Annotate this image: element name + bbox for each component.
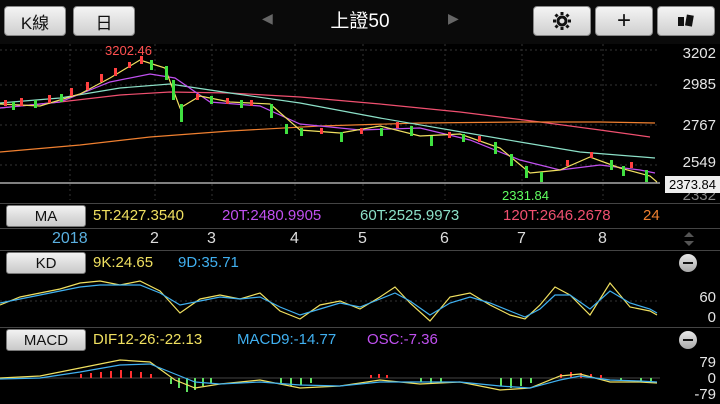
period-button[interactable]: 日 — [73, 6, 135, 36]
kd-axis-label: 0 — [707, 309, 716, 326]
current-price-badge: 2373.84 — [665, 176, 720, 193]
candlesticks — [4, 56, 648, 182]
high-price-label: 3202.46 — [105, 43, 152, 58]
rotate-button[interactable] — [657, 6, 715, 36]
kd-button[interactable]: KD — [6, 252, 86, 274]
macd-axis-label: 79 — [699, 354, 716, 371]
ma120-value: 120T:2646.2678 — [503, 207, 611, 224]
add-button[interactable]: + — [595, 6, 653, 36]
month-label: 7 — [517, 230, 526, 247]
macd-chart[interactable] — [0, 352, 660, 404]
month-label: 4 — [290, 230, 299, 247]
kd-chart[interactable] — [0, 275, 660, 327]
price-axis-label: 2767 — [682, 117, 716, 134]
kd-d-value: 9D:35.71 — [178, 254, 239, 271]
macd-axis-label: -79 — [694, 386, 716, 403]
price-axis-label: 2985 — [682, 76, 716, 93]
ma120-line — [0, 91, 651, 138]
rotate-icon — [678, 14, 694, 27]
gear-icon — [553, 12, 571, 30]
month-label: 5 — [358, 230, 367, 247]
price-axis-label: 3202 — [682, 45, 716, 62]
month-label: 8 — [598, 230, 607, 247]
ma20-value: 20T:2480.9905 — [222, 207, 322, 224]
ma-button[interactable]: MA — [6, 205, 86, 227]
ma5-line — [0, 59, 658, 183]
macd-dif-value: DIF12-26:-22.13 — [93, 331, 203, 348]
settings-button[interactable] — [533, 6, 591, 36]
month-label: 3 — [207, 230, 216, 247]
kd-axis-label: 60 — [699, 289, 716, 306]
next-arrow-icon[interactable]: ▶ — [448, 10, 459, 27]
kd-d-line — [0, 284, 658, 318]
ma60-line — [0, 83, 656, 159]
ma240-value: 24 — [643, 207, 660, 224]
kline-button[interactable]: K線 — [4, 6, 66, 36]
month-label: 2018 — [52, 230, 88, 247]
macd-axis-label: 0 — [707, 370, 716, 387]
price-chart[interactable] — [0, 44, 720, 204]
kd-k-line — [0, 280, 658, 322]
macd-osc-value: OSC:-7.36 — [367, 331, 438, 348]
month-label: 6 — [440, 230, 449, 247]
top-toolbar: K線 日 ◀ 上證50 ▶ + — [0, 0, 720, 44]
price-axis-label: 2549 — [682, 154, 716, 171]
ma60-value: 60T:2525.9973 — [360, 207, 460, 224]
ma5-value: 5T:2427.3540 — [93, 207, 184, 224]
ma20-line — [0, 73, 656, 174]
macd-macd9-value: MACD9:-14.77 — [237, 331, 337, 348]
page-title: 上證50 — [330, 11, 390, 32]
collapse-kd-icon[interactable] — [679, 254, 697, 272]
kd-k-value: 9K:24.65 — [93, 254, 154, 271]
month-label: 2 — [150, 230, 159, 247]
resize-handle-icon[interactable] — [683, 232, 695, 246]
low-price-label: 2331.84 — [502, 188, 549, 203]
prev-arrow-icon[interactable]: ◀ — [262, 10, 273, 27]
macd-button[interactable]: MACD — [6, 329, 86, 351]
collapse-macd-icon[interactable] — [679, 331, 697, 349]
